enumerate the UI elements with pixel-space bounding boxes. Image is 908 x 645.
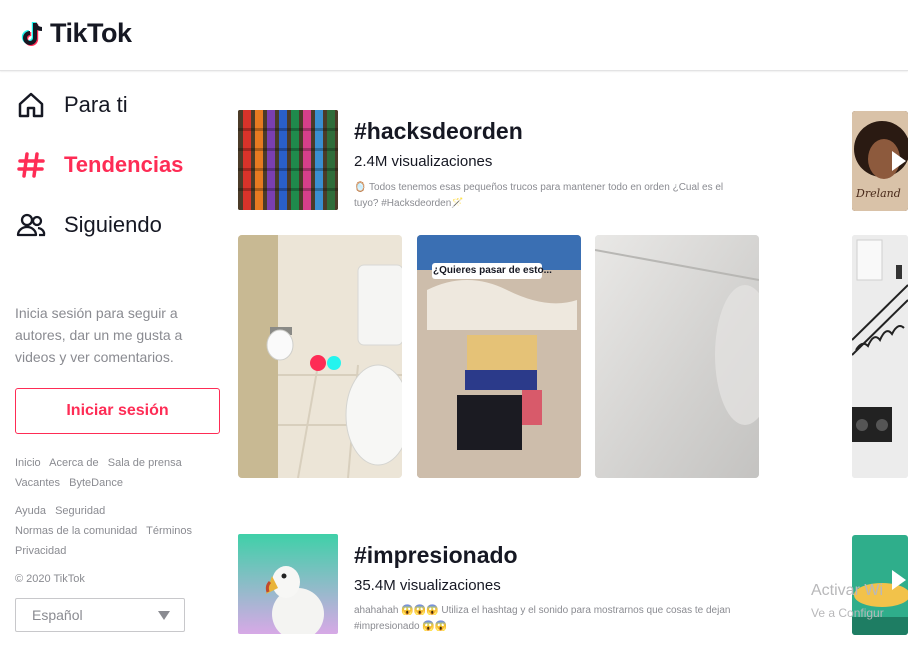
footer-link[interactable]: Vacantes [15, 477, 60, 489]
partial-video-card[interactable] [852, 235, 908, 478]
nav-item-siguiendo[interactable]: Siguiendo [15, 205, 162, 245]
footer-links-row: Normas de la comunidad Términos [15, 525, 198, 537]
footer-link[interactable]: Inicio [15, 457, 41, 469]
login-button[interactable]: Iniciar sesión [15, 388, 220, 434]
video-caption: ¿Quieres pasar de esto... [433, 265, 552, 276]
top-header: TikTok [0, 0, 908, 71]
tiktok-logo[interactable]: TikTok [18, 18, 132, 49]
sidebar: Para ti Tendencias Siguiendo Inicia sesi… [0, 70, 230, 645]
hashtag-description: ahahahah 😱😱😱 Utiliza el hashtag y el son… [354, 605, 731, 632]
footer-link[interactable]: Seguridad [55, 505, 105, 517]
hashtag-thumbnail[interactable] [238, 534, 338, 634]
os-activation-watermark: Activar Wi [811, 582, 883, 599]
video-card[interactable]: ¿Quieres pasar de esto... [417, 235, 581, 478]
tiktok-note-icon [18, 19, 48, 49]
wall-thumbnail [595, 235, 759, 478]
caret-down-icon [158, 610, 170, 620]
hashtag-description: 🪞 Todos tenemos esas pequeños trucos par… [354, 182, 724, 209]
hashtag-thumbnail[interactable] [238, 110, 338, 210]
nav-label: Tendencias [64, 152, 184, 177]
language-select[interactable]: Español [15, 598, 185, 632]
users-icon [15, 209, 47, 241]
nav-item-para-ti[interactable]: Para ti [15, 85, 128, 125]
footer-link[interactable]: Términos [146, 525, 192, 537]
svg-text:Dreland: Dreland [855, 187, 901, 200]
footer-links-row: Inicio Acerca de Sala de prensa [15, 457, 188, 469]
footer-link[interactable]: Ayuda [15, 505, 46, 517]
nav-item-tendencias[interactable]: Tendencias [15, 145, 183, 185]
hashtag-title[interactable]: #hacksdeorden [354, 118, 523, 145]
footer-link[interactable]: Sala de prensa [108, 457, 182, 469]
brand-name: TikTok [50, 18, 132, 48]
hashtag-icon [15, 149, 47, 181]
hashtag-views: 35.4M visualizaciones [354, 577, 501, 594]
hashtag-title[interactable]: #impresionado [354, 542, 518, 569]
copyright: © 2020 TikTok [15, 573, 85, 585]
footer-link[interactable]: Acerca de [49, 457, 99, 469]
login-hint: Inicia sesión para seguir a autores, dar… [15, 305, 183, 365]
footer-links-row: Ayuda Seguridad [15, 505, 111, 517]
hashtag-views: 2.4M visualizaciones [354, 153, 493, 170]
footer-link[interactable]: ByteDance [69, 477, 123, 489]
video-card[interactable] [595, 235, 759, 478]
home-icon [15, 89, 47, 121]
footer-links-row: Vacantes ByteDance [15, 477, 129, 489]
footer-link[interactable]: Normas de la comunidad [15, 525, 137, 537]
footer-link[interactable]: Privacidad [15, 545, 66, 557]
partial-thumbnail[interactable]: Dreland [852, 111, 908, 211]
nav-label: Siguiendo [64, 212, 162, 237]
bathroom-thumbnail [238, 235, 402, 478]
footer-links-row: Privacidad [15, 545, 72, 557]
video-card[interactable] [238, 235, 402, 478]
nav-label: Para ti [64, 92, 128, 117]
language-value: Español [32, 607, 83, 623]
os-activation-watermark-sub: Ve a Configur [811, 606, 884, 620]
